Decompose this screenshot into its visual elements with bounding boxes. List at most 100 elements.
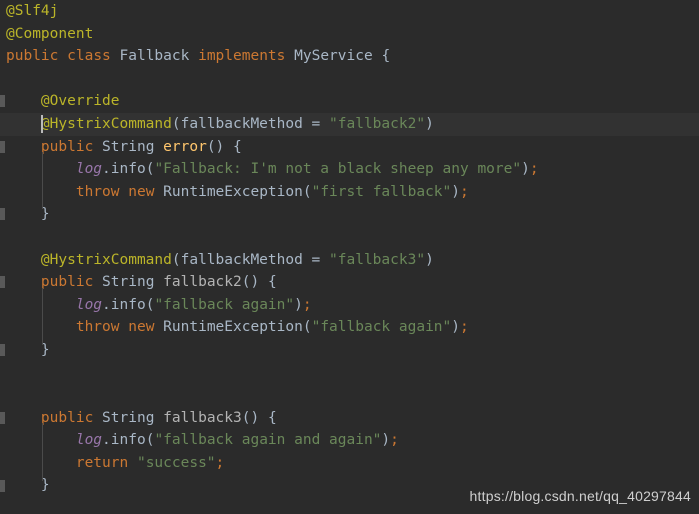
code-token-method: .info xyxy=(102,161,146,178)
code-token-kw: public xyxy=(6,48,59,65)
code-line[interactable]: public String error() { xyxy=(0,136,699,159)
code-token-punc: ; xyxy=(460,319,469,336)
code-token-field: log xyxy=(75,296,103,313)
code-token-paren: ) xyxy=(451,183,461,200)
code-line[interactable]: @Override xyxy=(0,90,699,113)
code-token-punc: ; xyxy=(460,183,469,200)
code-token-str: "success" xyxy=(136,454,216,471)
code-token-kw: public xyxy=(40,274,94,291)
code-token-kw: throw xyxy=(75,183,120,200)
code-token-type: Fallback xyxy=(119,48,190,65)
code-token-type: RuntimeException xyxy=(163,319,303,336)
code-token-kw: new xyxy=(128,183,155,200)
code-token-ann: @HystrixCommand xyxy=(40,115,172,132)
code-token-mdecl: fallback2 xyxy=(163,274,242,291)
code-token-punc: ; xyxy=(529,161,539,178)
code-token-method: .info xyxy=(102,432,146,449)
code-line[interactable]: public class Fallback implements MyServi… xyxy=(0,45,699,68)
code-token-paren: () xyxy=(206,138,225,155)
code-token-str: "Fallback: I'm not a black sheep any mor… xyxy=(154,161,522,178)
code-token-field: log xyxy=(75,432,103,449)
code-token-paren: ) xyxy=(425,251,434,268)
code-token-kw: class xyxy=(67,48,111,65)
code-token-kw: throw xyxy=(75,319,120,336)
code-editor-screen: @Slf4j @Component public class Fallback im… xyxy=(0,0,699,514)
code-line[interactable]: log.info("Fallback: I'm not a black shee… xyxy=(0,158,699,181)
code-token-paren: ( xyxy=(171,251,181,268)
code-token-str: "fallback3" xyxy=(329,251,426,268)
code-token-paren: ) xyxy=(294,296,303,313)
code-token-str: "first fallback" xyxy=(311,183,452,200)
code-token-type: RuntimeException xyxy=(163,183,303,200)
indent-guide-line xyxy=(41,287,43,345)
code-token-kw: public xyxy=(40,409,94,426)
code-token-mdecl: fallback3 xyxy=(163,409,242,426)
code-token-paren: ( xyxy=(302,319,312,336)
code-line[interactable] xyxy=(0,68,699,91)
code-line[interactable]: public String fallback2() { xyxy=(0,271,699,294)
code-token-type: String xyxy=(102,409,155,426)
code-token-paren: ( xyxy=(171,115,181,132)
code-line[interactable] xyxy=(0,384,699,407)
code-token-kw: implements xyxy=(198,48,286,65)
code-token-ann: @Override xyxy=(40,93,120,110)
code-line[interactable]: @HystrixCommand(fallbackMethod = "fallba… xyxy=(0,112,699,136)
code-token-param: fallbackMethod xyxy=(180,115,303,132)
code-token-paren: () xyxy=(241,409,260,426)
code-token-str: "fallback2" xyxy=(329,115,426,132)
code-token-paren: ( xyxy=(302,183,312,200)
code-line[interactable]: log.info("fallback again"); xyxy=(0,294,699,317)
code-content-area[interactable]: @Slf4j @Component public class Fallback im… xyxy=(0,0,699,497)
code-token-method: .info xyxy=(102,296,146,313)
code-line[interactable] xyxy=(0,362,699,385)
code-token-ann: @HystrixCommand xyxy=(40,251,172,268)
code-token-kw: return xyxy=(75,454,129,471)
code-line[interactable]: return "success"; xyxy=(0,452,699,475)
code-token-plain: { xyxy=(259,274,277,291)
text-caret xyxy=(40,114,43,133)
code-token-paren: ) xyxy=(425,115,434,132)
code-line[interactable]: log.info("fallback again and again"); xyxy=(0,429,699,452)
code-token-plain: { xyxy=(372,48,391,65)
code-token-param: fallbackMethod xyxy=(180,251,303,268)
code-token-str: "fallback again" xyxy=(311,319,452,336)
code-line[interactable]: @HystrixCommand(fallbackMethod = "fallba… xyxy=(0,249,699,272)
code-token-mover: error xyxy=(163,138,207,155)
code-token-str: "fallback again" xyxy=(154,296,295,313)
code-token-paren: () xyxy=(241,274,260,291)
indent-guide-line xyxy=(41,152,43,210)
code-line[interactable]: } xyxy=(0,203,699,226)
code-line[interactable]: public String fallback3() { xyxy=(0,407,699,430)
code-token-paren: ) xyxy=(381,432,391,449)
code-token-str: "fallback again and again" xyxy=(154,432,382,449)
code-line[interactable]: @Component xyxy=(0,23,699,46)
code-line[interactable]: } xyxy=(0,339,699,362)
code-token-plain: = xyxy=(302,251,330,268)
code-token-type: String xyxy=(102,138,155,155)
code-line[interactable]: @Slf4j xyxy=(0,0,699,23)
code-token-ann: @Component xyxy=(6,25,94,42)
watermark-text: https://blog.csdn.net/qq_40297844 xyxy=(469,488,691,505)
code-line[interactable]: throw new RuntimeException("fallback aga… xyxy=(0,316,699,339)
code-token-type: MyService xyxy=(294,48,373,65)
code-token-punc: ; xyxy=(390,432,399,449)
code-line[interactable] xyxy=(0,226,699,249)
code-line[interactable]: throw new RuntimeException("first fallba… xyxy=(0,181,699,204)
